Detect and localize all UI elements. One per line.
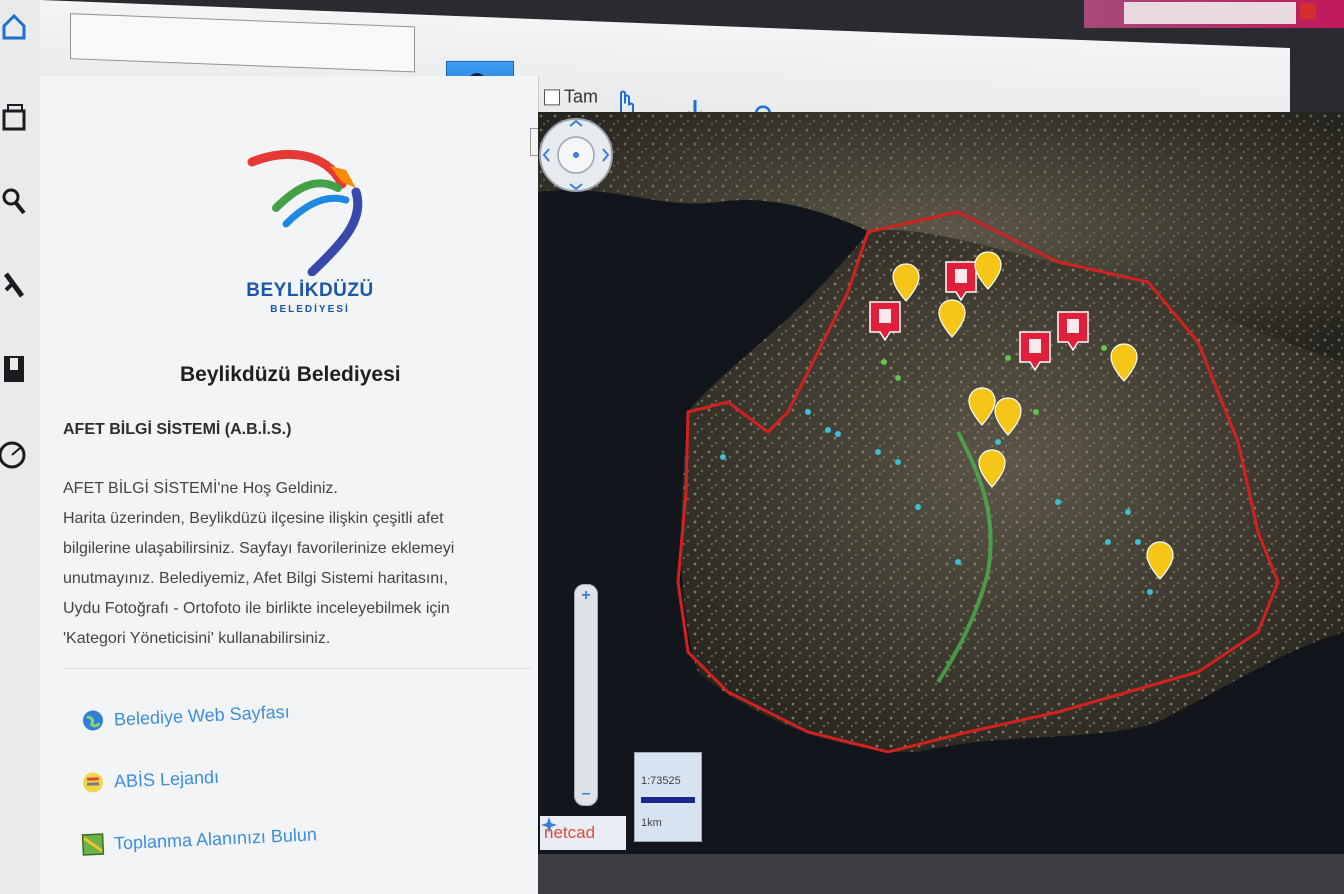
welcome-text: AFET BİLGİ SİSTEMİ'ne Hoş Geldiniz. Hari…: [63, 474, 523, 654]
welcome-line: Uydu Fotoğrafı - Ortofoto ile birlikte i…: [63, 600, 450, 617]
monitor-bezel: [538, 854, 1344, 894]
full-checkbox-label: Tam: [564, 86, 599, 107]
browser-tab[interactable]: [1124, 2, 1296, 24]
map-view[interactable]: + – 1:73525 1km netcad: [538, 112, 1344, 854]
book-icon[interactable]: [0, 352, 28, 386]
map-canvas[interactable]: [538, 112, 1344, 854]
link-label: Toplanma Alanınızı Bulun: [113, 823, 318, 854]
left-tool-strip: [0, 0, 41, 894]
close-icon[interactable]: [1300, 3, 1316, 19]
link-label: Belediye Web Sayfası: [113, 701, 290, 730]
welcome-line: Harita üzerinden, Beylikdüzü ilçesine il…: [63, 510, 444, 527]
layers-icon[interactable]: [0, 100, 28, 134]
welcome-line: unutmayınız. Belediyemiz, Afet Bilgi Sis…: [63, 570, 449, 587]
info-panel: BEYLİKDÜZÜ BELEDİYESİ Beylikdüzü Belediy…: [40, 76, 539, 894]
zoom-in-button[interactable]: +: [575, 587, 597, 605]
full-checkbox[interactable]: Tam: [544, 86, 598, 107]
home-icon[interactable]: [0, 10, 28, 44]
welcome-line: 'Kategori Yöneticisini' kullanabilirsini…: [63, 630, 331, 647]
scale-unit: 1km: [641, 817, 662, 829]
link-abis-legend[interactable]: ABİS Lejandı: [82, 766, 220, 794]
link-label: ABİS Lejandı: [113, 766, 220, 792]
divider: [63, 668, 531, 669]
scale-value: 1:73525: [641, 775, 681, 787]
clock-icon[interactable]: [0, 438, 28, 472]
link-find-assembly-area[interactable]: Toplanma Alanınızı Bulun: [81, 823, 318, 856]
welcome-line: bilgilerine ulaşabilirsiniz. Sayfayı fav…: [63, 540, 455, 557]
zoom-slider[interactable]: + –: [574, 584, 598, 806]
magnifier-icon[interactable]: [0, 184, 28, 218]
link-municipality-website[interactable]: Belediye Web Sayfası: [82, 701, 291, 732]
draw-tool-icon[interactable]: [0, 268, 28, 302]
legend-icon: [82, 772, 103, 793]
welcome-line: AFET BİLGİ SİSTEMİ'ne Hoş Geldiniz.: [63, 480, 338, 497]
scale-bar: [641, 797, 695, 803]
globe-icon: [82, 710, 103, 731]
logo-subtext: BELEDİYESİ: [270, 304, 350, 315]
netcad-icon: [541, 817, 557, 833]
map-pan-control[interactable]: [538, 112, 614, 198]
window-titlebar: [1084, 0, 1344, 28]
zoom-out-button[interactable]: –: [575, 785, 597, 803]
netcad-logo[interactable]: netcad: [540, 816, 626, 850]
section-title: AFET BİLGİ SİSTEMİ (A.B.İ.S.): [63, 421, 292, 438]
municipality-logo: [247, 149, 363, 276]
map-icon: [81, 833, 105, 856]
logo-text: BEYLİKDÜZÜ: [246, 280, 374, 301]
map-scale: 1:73525 1km: [634, 752, 702, 842]
full-checkbox-box[interactable]: [544, 88, 560, 105]
search-input[interactable]: [70, 13, 415, 73]
page-title: Beylikdüzü Belediyesi: [180, 363, 401, 386]
